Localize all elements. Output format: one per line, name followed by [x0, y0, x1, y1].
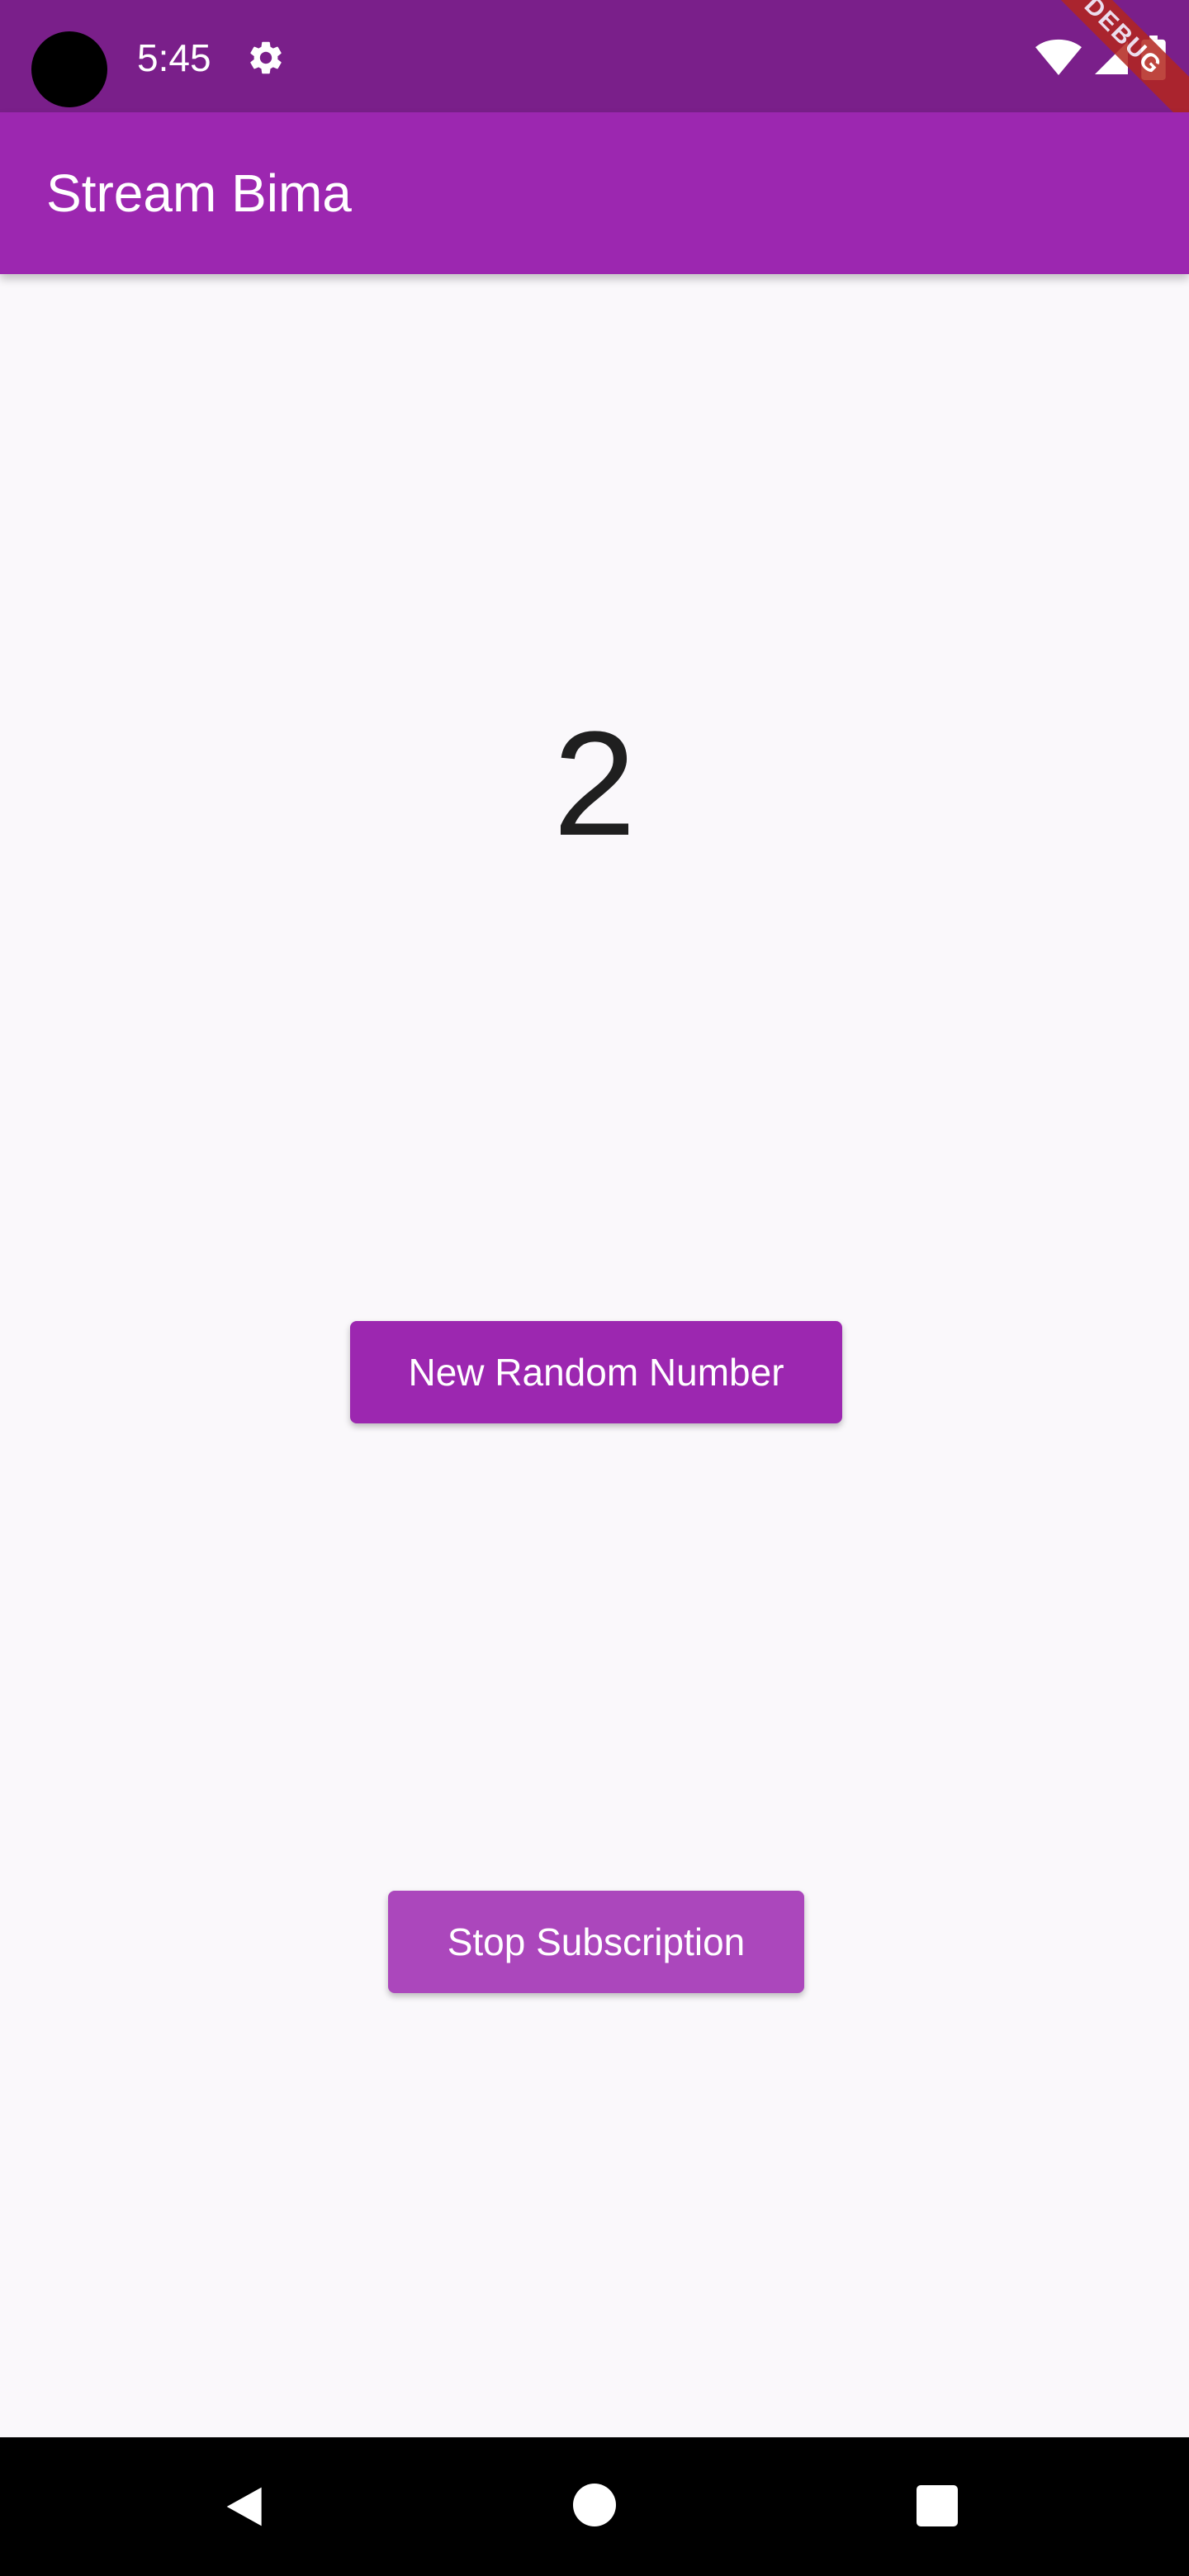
- wifi-icon: [1035, 39, 1082, 75]
- new-random-number-button[interactable]: New Random Number: [350, 1321, 842, 1423]
- app-title: Stream Bima: [46, 163, 352, 223]
- status-bar: 5:45 DEBUG: [0, 0, 1189, 137]
- settings-icon: [250, 41, 282, 74]
- stop-subscription-button[interactable]: Stop Subscription: [388, 1891, 804, 1993]
- new-random-number-label: New Random Number: [408, 1351, 784, 1394]
- stop-subscription-label: Stop Subscription: [447, 1920, 746, 1963]
- home-icon[interactable]: [573, 2484, 616, 2526]
- recents-icon[interactable]: [917, 2485, 958, 2526]
- status-time: 5:45: [137, 36, 211, 79]
- back-icon[interactable]: [223, 2484, 269, 2530]
- app-screen: 5:45 DEBUG Stream Bima 2 New Random Numb…: [0, 0, 1189, 2576]
- camera-cutout: [31, 31, 107, 107]
- app-bar: Stream Bima: [0, 112, 1189, 274]
- random-number-display: 2: [552, 701, 637, 867]
